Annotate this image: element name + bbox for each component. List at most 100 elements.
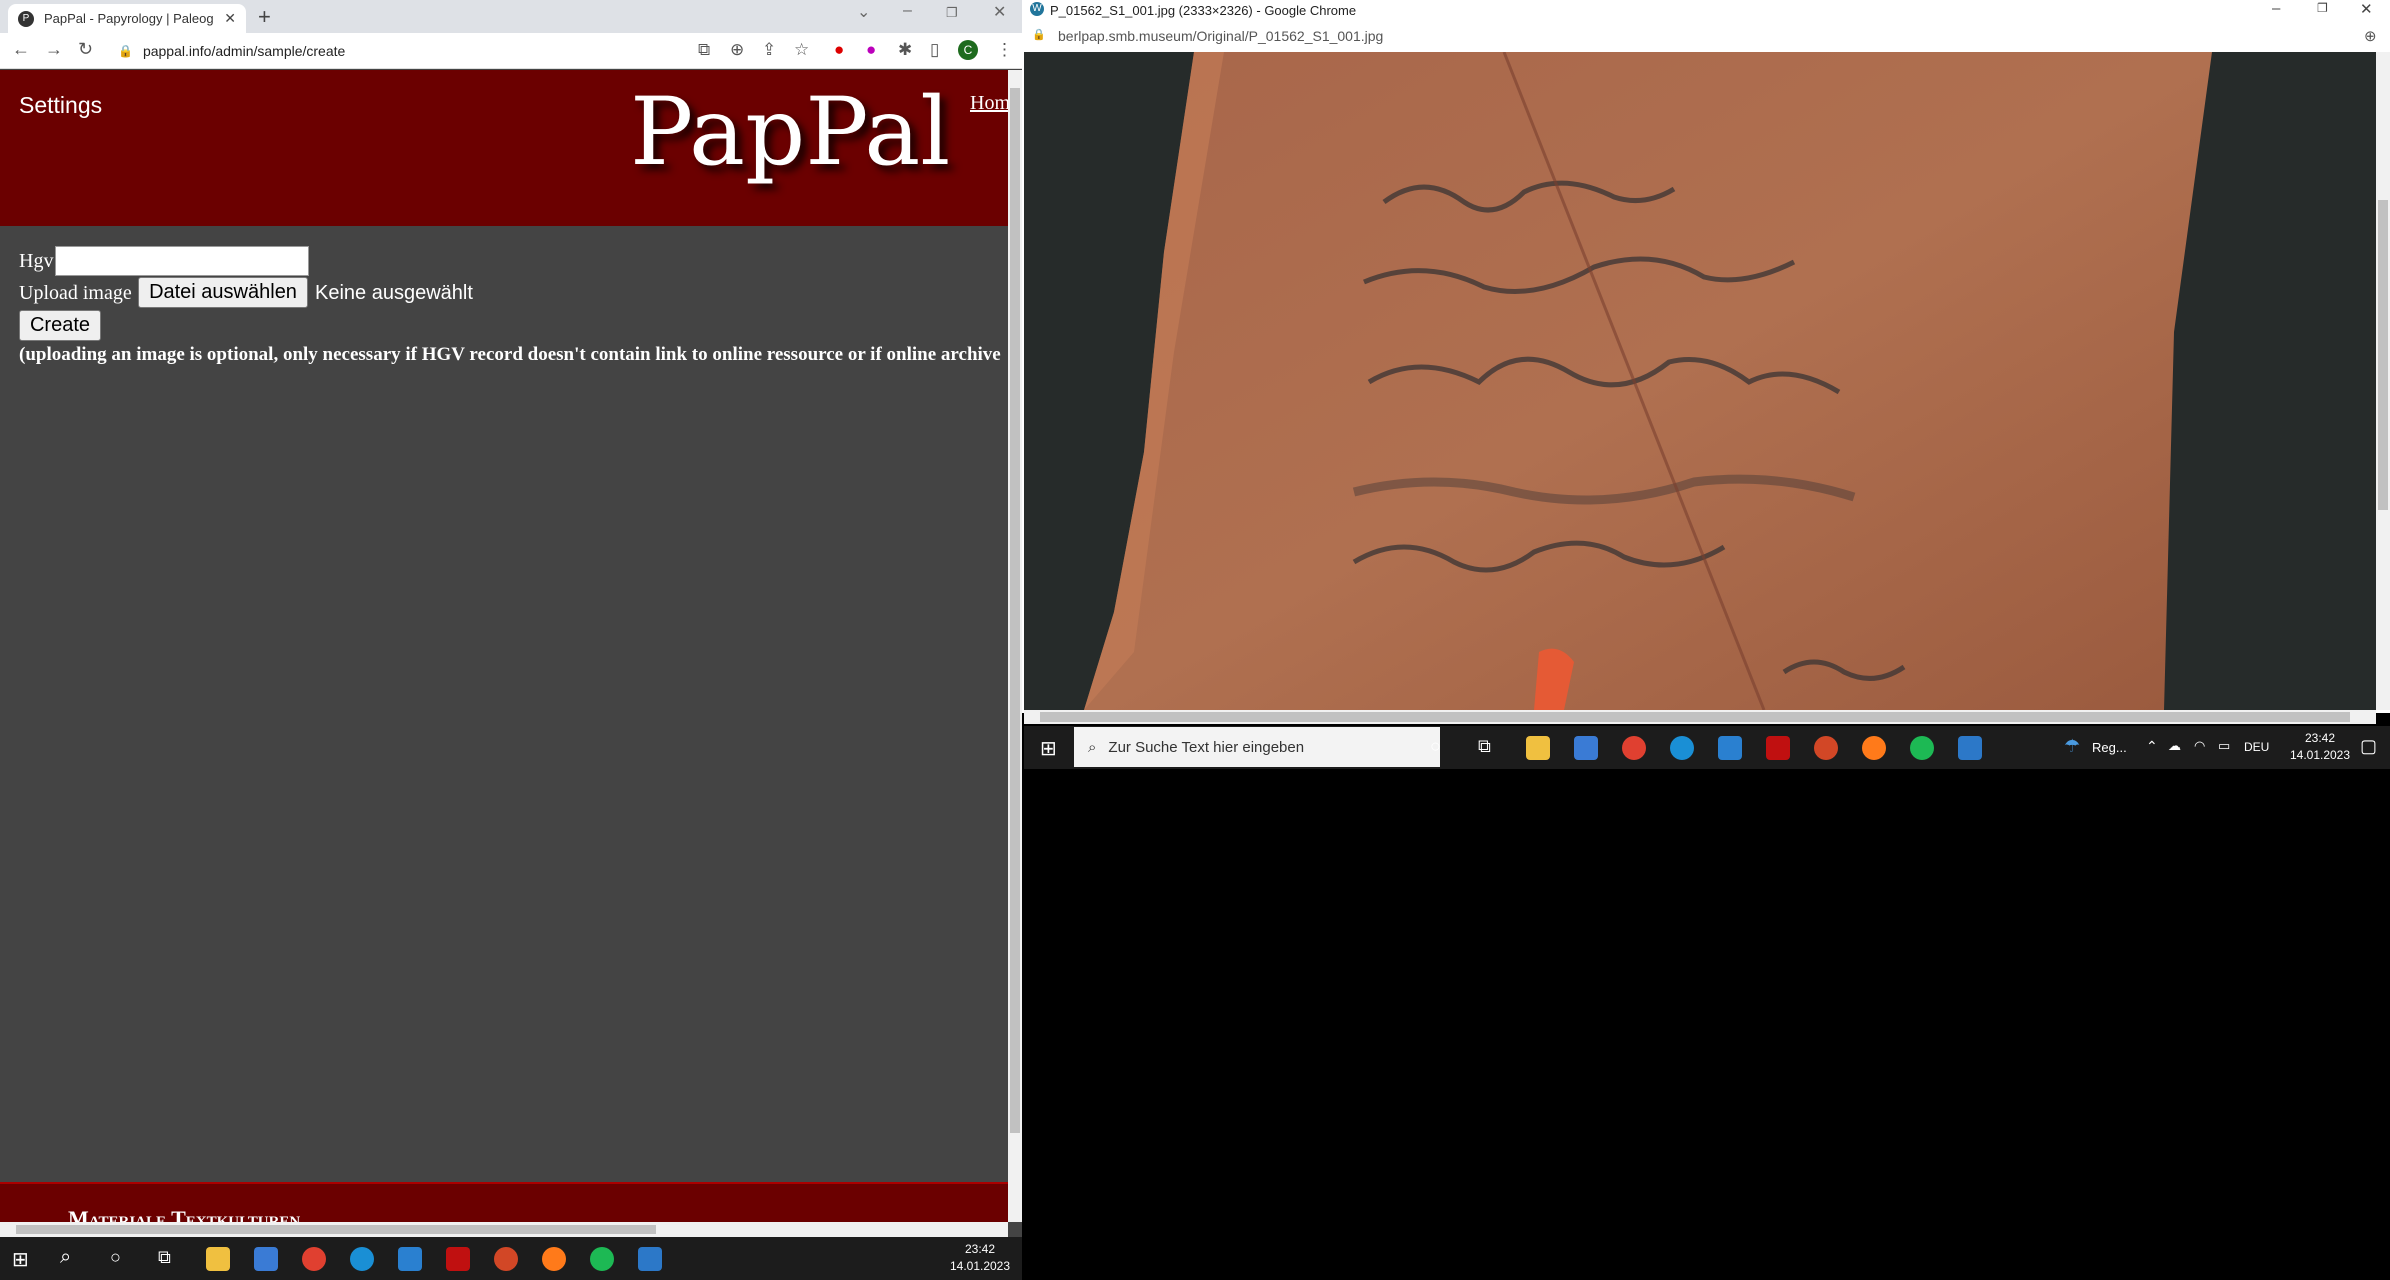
menu-icon[interactable]: ⋮ [996, 40, 1013, 60]
powerpoint-icon[interactable] [494, 1247, 518, 1271]
left-browser-window: P PapPal - Papyrology | Paleograph ✕ + ⌄… [0, 0, 1022, 1237]
photos-icon[interactable] [638, 1247, 662, 1271]
chrome-icon[interactable] [1622, 736, 1646, 760]
battery-icon[interactable]: ▭ [2218, 738, 2230, 754]
window-title: P_01562_S1_001.jpg (2333×2326) - Google … [1050, 3, 1357, 18]
create-button[interactable]: Create [19, 310, 101, 341]
restore-icon[interactable]: ❐ [946, 5, 958, 21]
home-link[interactable]: Home [970, 92, 1008, 115]
tab-title: PapPal - Papyrology | Paleograph [44, 11, 214, 26]
weather-icon[interactable]: ☂ [2064, 736, 2080, 757]
clock-date[interactable]: 14.01.2023 [2280, 748, 2360, 762]
profile-avatar[interactable]: C [958, 40, 978, 60]
footer-title: Materiale Textkulturen [68, 1206, 301, 1222]
clock-time[interactable]: 23:42 [2290, 731, 2350, 745]
wifi-icon[interactable]: ◠ [2194, 738, 2205, 754]
taskbar: ⊞ ⌕ Zur Suche Text hier eingeben ○ ⧉ ☂ R… [1024, 726, 2390, 769]
close-window-icon[interactable]: ✕ [2360, 0, 2373, 18]
windows-start-icon[interactable]: ⊞ [1040, 736, 1057, 761]
horizontal-scroll-thumb[interactable] [16, 1225, 656, 1234]
back-icon[interactable]: ← [12, 39, 30, 60]
spotify-icon[interactable] [1910, 736, 1934, 760]
restore-icon[interactable]: ❐ [2317, 1, 2328, 15]
translate-icon[interactable]: ⧉ [698, 40, 710, 60]
url-text: pappal.info/admin/sample/create [142, 43, 346, 59]
tab-bar: P PapPal - Papyrology | Paleograph ✕ + ⌄… [0, 0, 1022, 33]
bookmark-star-icon[interactable]: ☆ [794, 40, 809, 60]
minimize-icon[interactable]: – [903, 2, 912, 20]
language-indicator[interactable]: DEU [2244, 740, 2269, 754]
chrome-icon[interactable] [302, 1247, 326, 1271]
file-explorer-icon[interactable] [206, 1247, 230, 1271]
firefox-icon[interactable] [542, 1247, 566, 1271]
settings-link[interactable]: Settings [19, 92, 102, 119]
search-icon[interactable]: ⌕ [60, 1246, 71, 1269]
notifications-icon[interactable]: ▢ [2360, 736, 2377, 757]
address-bar[interactable]: 🔒 berlpap.smb.museum/Original/P_01562_S1… [1022, 22, 2390, 52]
store-icon[interactable] [254, 1247, 278, 1271]
weather-text[interactable]: Reg... [2092, 740, 2127, 755]
close-tab-icon[interactable]: ✕ [224, 10, 236, 27]
file-status-text: Keine ausgewählt [315, 282, 473, 304]
ostracon-picture [1084, 52, 2212, 710]
zoom-icon[interactable]: ⊕ [730, 40, 744, 60]
task-view-icon[interactable]: ⧉ [158, 1247, 171, 1268]
forward-icon[interactable]: → [45, 39, 63, 60]
mail-icon[interactable] [1718, 736, 1742, 760]
minimize-icon[interactable]: – [2272, 0, 2280, 17]
taskbar: ⊞ ⌕ ○ ⧉ 23:42 14.01.2023 [0, 1237, 1022, 1280]
lock-icon: 🔒 [1032, 29, 1046, 41]
store-icon[interactable] [1574, 736, 1598, 760]
footer-banner: Materiale Textkulturen [0, 1182, 1008, 1222]
network-icon[interactable]: ☁ [2168, 738, 2181, 754]
zoom-icon[interactable]: ⊕ [2364, 27, 2377, 45]
browser-tab[interactable]: P PapPal - Papyrology | Paleograph ✕ [8, 4, 246, 33]
tab-search-icon[interactable]: ⌄ [857, 2, 870, 22]
firefox-icon[interactable] [1862, 736, 1886, 760]
extension-icon[interactable]: ● [834, 40, 844, 60]
papyrus-image [1024, 52, 2376, 710]
acrobat-icon[interactable] [446, 1247, 470, 1271]
vertical-scroll-thumb[interactable] [1010, 88, 1020, 1133]
edge-icon[interactable] [1670, 736, 1694, 760]
cortana-icon[interactable]: ○ [1430, 736, 1441, 757]
chevron-up-icon[interactable]: ⌃ [2146, 738, 2158, 755]
lock-icon: 🔒 [118, 44, 133, 58]
vertical-scroll-thumb[interactable] [2378, 200, 2388, 510]
hgv-label: Hgv [19, 250, 54, 272]
site-logo[interactable]: PapPal [630, 78, 950, 187]
spotify-icon[interactable] [590, 1247, 614, 1271]
upload-image-label: Upload image [19, 282, 132, 304]
reload-icon[interactable]: ↻ [78, 39, 93, 60]
taskbar-search-box[interactable]: ⌕ Zur Suche Text hier eingeben [1074, 727, 1440, 767]
file-explorer-icon[interactable] [1526, 736, 1550, 760]
side-panel-icon[interactable]: ▯ [930, 40, 939, 60]
address-bar[interactable]: 🔒 pappal.info/admin/sample/create [110, 36, 670, 66]
horizontal-scroll-thumb[interactable] [1040, 712, 2350, 722]
search-placeholder: Zur Suche Text hier eingeben [1108, 738, 1305, 756]
header-banner: Settings PapPal Home [0, 70, 1008, 226]
cortana-icon[interactable]: ○ [110, 1247, 121, 1268]
search-icon: ⌕ [1088, 738, 1097, 756]
clock-date[interactable]: 14.01.2023 [940, 1259, 1020, 1273]
site-favicon-icon: P [18, 10, 34, 27]
choose-file-button[interactable]: Datei auswählen [138, 277, 308, 308]
task-view-icon[interactable]: ⧉ [1478, 736, 1491, 757]
mail-icon[interactable] [398, 1247, 422, 1271]
hgv-input[interactable] [55, 246, 309, 276]
windows-start-icon[interactable]: ⊞ [12, 1247, 29, 1272]
toolbar: ← → ↻ 🔒 pappal.info/admin/sample/create … [0, 33, 1022, 69]
wordpress-icon: W [1030, 2, 1044, 16]
acrobat-icon[interactable] [1766, 736, 1790, 760]
new-tab-icon[interactable]: + [258, 4, 271, 30]
extensions-puzzle-icon[interactable]: ✱ [898, 40, 912, 60]
clock-time[interactable]: 23:42 [950, 1242, 1010, 1256]
share-icon[interactable]: ⇪ [762, 40, 776, 60]
url-text: berlpap.smb.museum/Original/P_01562_S1_0… [1058, 28, 1384, 44]
edge-icon[interactable] [350, 1247, 374, 1271]
upload-note: (uploading an image is optional, only ne… [19, 344, 1001, 365]
close-window-icon[interactable]: ✕ [993, 2, 1006, 22]
extension-icon[interactable]: ● [866, 40, 876, 60]
powerpoint-icon[interactable] [1814, 736, 1838, 760]
photos-icon[interactable] [1958, 736, 1982, 760]
